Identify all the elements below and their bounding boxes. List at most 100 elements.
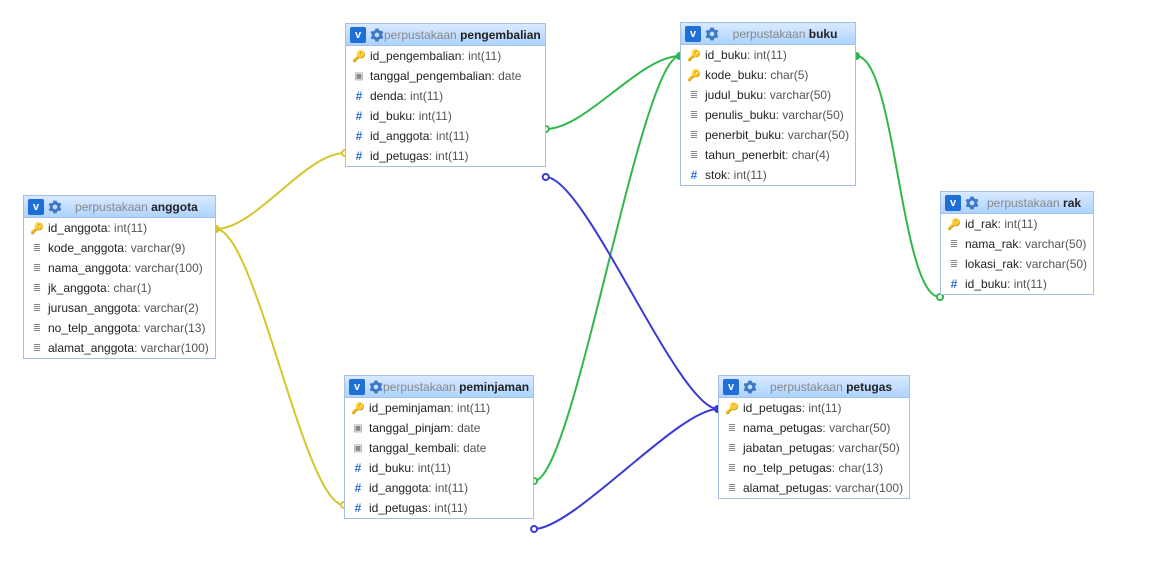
expand-icon[interactable]: v	[28, 199, 44, 215]
expand-icon[interactable]: v	[349, 379, 365, 395]
gear-icon[interactable]	[743, 380, 757, 394]
number-icon: #	[351, 461, 365, 475]
column-jurusan_anggota[interactable]: ≣jurusan_anggota : varchar(2)	[24, 298, 215, 318]
expand-icon[interactable]: v	[945, 195, 961, 211]
column-no_telp_petugas[interactable]: ≣no_telp_petugas : char(13)	[719, 458, 909, 478]
column-tahun_penerbit[interactable]: ≣tahun_penerbit : char(4)	[681, 145, 855, 165]
column-alamat_petugas[interactable]: ≣alamat_petugas : varchar(100)	[719, 478, 909, 498]
column-name: penulis_buku	[705, 108, 776, 122]
text-icon: ≣	[947, 259, 961, 270]
column-kode_anggota[interactable]: ≣kode_anggota : varchar(9)	[24, 238, 215, 258]
column-id_anggota[interactable]: #id_anggota : int(11)	[346, 126, 545, 146]
column-stok[interactable]: #stok : int(11)	[681, 165, 855, 185]
column-id_petugas[interactable]: 🔑id_petugas : int(11)	[719, 398, 909, 418]
column-type: : date	[456, 441, 486, 455]
expand-icon[interactable]: v	[350, 27, 366, 43]
table-buku[interactable]: v perpustakaan buku 🔑id_buku : int(11)🔑kod…	[680, 22, 856, 186]
column-name: id_buku	[705, 48, 747, 62]
number-icon: #	[352, 149, 366, 163]
column-tanggal_kembali[interactable]: ▣tanggal_kembali : date	[345, 438, 533, 458]
table-header[interactable]: v perpustakaan petugas	[719, 376, 909, 398]
text-icon: ≣	[725, 463, 739, 474]
primary-key-icon: 🔑	[725, 402, 739, 415]
column-name: stok	[705, 168, 727, 182]
table-petugas[interactable]: v perpustakaan petugas 🔑id_petugas : int(1…	[718, 375, 910, 499]
column-id_buku[interactable]: #id_buku : int(11)	[941, 274, 1093, 294]
column-id_anggota[interactable]: 🔑id_anggota : int(11)	[24, 218, 215, 238]
column-name: id_rak	[965, 217, 998, 231]
column-nama_rak[interactable]: ≣nama_rak : varchar(50)	[941, 234, 1093, 254]
column-denda[interactable]: #denda : int(11)	[346, 86, 545, 106]
text-icon: ≣	[725, 423, 739, 434]
column-nama_petugas[interactable]: ≣ nama_petugas : varchar(50)	[719, 418, 909, 438]
gear-icon[interactable]	[48, 200, 62, 214]
column-kode_buku[interactable]: 🔑kode_buku : char(5)	[681, 65, 855, 85]
table-header[interactable]: vperpustakaan anggota	[24, 196, 215, 218]
column-id_buku[interactable]: 🔑id_buku : int(11)	[681, 45, 855, 65]
table-title: perpustakaan petugas	[757, 380, 905, 394]
column-name: id_petugas	[369, 501, 428, 515]
column-tanggal_pengembalian[interactable]: ▣tanggal_pengembalian : date	[346, 66, 545, 86]
column-id_buku[interactable]: #id_buku : int(11)	[346, 106, 545, 126]
table-peminjaman[interactable]: vperpustakaan peminjaman🔑id_peminjaman :…	[344, 375, 534, 519]
column-type: : int(11)	[428, 481, 468, 495]
table-header[interactable]: v perpustakaan buku	[681, 23, 855, 45]
column-penulis_buku[interactable]: ≣penulis_buku : varchar(50)	[681, 105, 855, 125]
column-name: nama_petugas	[743, 421, 822, 435]
column-alamat_anggota[interactable]: ≣alamat_anggota : varchar(100)	[24, 338, 215, 358]
column-id_buku[interactable]: #id_buku : int(11)	[345, 458, 533, 478]
column-id_petugas[interactable]: #id_petugas : int(11)	[345, 498, 533, 518]
column-name: judul_buku	[705, 88, 763, 102]
column-name: id_anggota	[370, 129, 429, 143]
table-pengembalian[interactable]: v perpustakaan pengembalian 🔑 id_pengembali…	[345, 23, 546, 167]
column-type: : char(5)	[764, 68, 809, 82]
column-judul_buku[interactable]: ≣judul_buku : varchar(50)	[681, 85, 855, 105]
text-icon: ≣	[30, 323, 44, 334]
column-lokasi_rak[interactable]: ≣lokasi_rak : varchar(50)	[941, 254, 1093, 274]
text-icon: ≣	[687, 90, 701, 101]
column-id_pengembalian[interactable]: 🔑id_pengembalian : int(11)	[346, 46, 545, 66]
table-header[interactable]: vperpustakaan peminjaman	[345, 376, 533, 398]
text-icon: ≣	[725, 443, 739, 454]
table-header[interactable]: v perpustakaan pengembalian	[346, 24, 545, 46]
date-icon: ▣	[352, 71, 366, 82]
number-icon: #	[352, 89, 366, 103]
column-name: denda	[370, 89, 403, 103]
table-title: perpustakaan pengembalian	[384, 28, 541, 42]
table-title: perpustakaan buku	[719, 27, 851, 41]
table-header[interactable]: vperpustakaan rak	[941, 192, 1093, 214]
gear-icon[interactable]	[370, 28, 384, 42]
gear-icon[interactable]	[369, 380, 383, 394]
column-id_rak[interactable]: 🔑id_rak : int(11)	[941, 214, 1093, 234]
expand-icon[interactable]: v	[723, 379, 739, 395]
column-id_petugas[interactable]: #id_petugas : int(11)	[346, 146, 545, 166]
column-type: : varchar(2)	[137, 301, 198, 315]
column-jk_anggota[interactable]: ≣jk_anggota : char(1)	[24, 278, 215, 298]
column-name: id_pengembalian	[370, 49, 461, 63]
primary-key-icon: 🔑	[352, 50, 366, 63]
text-icon: ≣	[30, 283, 44, 294]
column-type: : varchar(100)	[134, 341, 209, 355]
column-name: tahun_penerbit	[705, 148, 785, 162]
column-type: : varchar(50)	[1018, 237, 1086, 251]
column-id_anggota[interactable]: #id_anggota : int(11)	[345, 478, 533, 498]
text-icon: ≣	[30, 303, 44, 314]
designer-canvas[interactable]: vperpustakaan anggota🔑id_anggota : int(1…	[0, 0, 1164, 588]
column-id_peminjaman[interactable]: 🔑id_peminjaman : int(11)	[345, 398, 533, 418]
text-icon: ≣	[687, 150, 701, 161]
column-no_telp_anggota[interactable]: ≣no_telp_anggota : varchar(13)	[24, 318, 215, 338]
column-type: : varchar(50)	[822, 421, 890, 435]
column-jabatan_petugas[interactable]: ≣jabatan_petugas : varchar(50)	[719, 438, 909, 458]
gear-icon[interactable]	[705, 27, 719, 41]
column-type: : varchar(50)	[1019, 257, 1087, 271]
table-anggota[interactable]: vperpustakaan anggota🔑id_anggota : int(1…	[23, 195, 216, 359]
table-rak[interactable]: vperpustakaan rak🔑id_rak : int(11)≣nama_…	[940, 191, 1094, 295]
column-nama_anggota[interactable]: ≣nama_anggota : varchar(100)	[24, 258, 215, 278]
gear-icon[interactable]	[965, 196, 979, 210]
column-penerbit_buku[interactable]: ≣penerbit_buku : varchar(50)	[681, 125, 855, 145]
column-type: : int(11)	[802, 401, 842, 415]
column-name: kode_anggota	[48, 241, 124, 255]
column-type: : int(11)	[998, 217, 1038, 231]
column-tanggal_pinjam[interactable]: ▣tanggal_pinjam : date	[345, 418, 533, 438]
expand-icon[interactable]: v	[685, 26, 701, 42]
